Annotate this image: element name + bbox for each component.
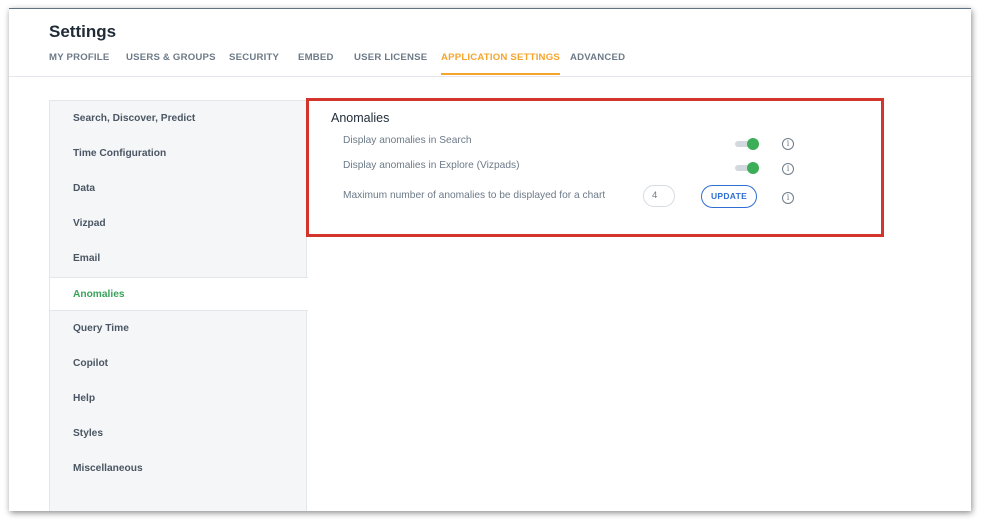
sidebar-item-query-time[interactable]: Query Time	[50, 312, 308, 346]
info-icon[interactable]: i	[782, 163, 794, 175]
sidebar-item-copilot[interactable]: Copilot	[50, 347, 308, 381]
tab-users-groups[interactable]: USERS & GROUPS	[126, 52, 216, 63]
sidebar-item-miscellaneous[interactable]: Miscellaneous	[50, 452, 308, 486]
tab-application-settings-label: APPLICATION SETTINGS	[441, 52, 560, 63]
toggle-knob	[747, 138, 759, 150]
tab-my-profile[interactable]: MY PROFILE	[49, 52, 109, 63]
sidebar-item-vizpad[interactable]: Vizpad	[50, 207, 308, 241]
page-title: Settings	[49, 22, 117, 41]
display-anomalies-search-label: Display anomalies in Search	[343, 135, 472, 146]
info-icon[interactable]: i	[782, 138, 794, 150]
tabs-divider	[9, 76, 971, 77]
display-anomalies-explore-toggle[interactable]	[735, 162, 759, 174]
settings-sidebar: Search, Discover, Predict Time Configura…	[49, 100, 308, 511]
settings-window: Settings MY PROFILE USERS & GROUPS SECUR…	[9, 8, 971, 511]
update-button[interactable]: UPDATE	[701, 185, 757, 208]
max-anomalies-label: Maximum number of anomalies to be displa…	[343, 190, 606, 201]
sidebar-item-anomalies[interactable]: Anomalies	[50, 277, 308, 311]
sidebar-item-help[interactable]: Help	[50, 382, 308, 416]
sidebar-item-data[interactable]: Data	[50, 172, 308, 206]
sidebar-item-search-discover-predict[interactable]: Search, Discover, Predict	[50, 102, 308, 136]
max-anomalies-input[interactable]: 4	[643, 185, 675, 207]
display-anomalies-search-toggle[interactable]	[735, 138, 759, 150]
display-anomalies-explore-label: Display anomalies in Explore (Vizpads)	[343, 160, 520, 171]
active-tab-underline	[441, 73, 560, 75]
tab-advanced[interactable]: ADVANCED	[570, 52, 625, 63]
toggle-knob	[747, 162, 759, 174]
info-icon[interactable]: i	[782, 192, 794, 204]
tab-security[interactable]: SECURITY	[229, 52, 279, 63]
sidebar-item-styles[interactable]: Styles	[50, 417, 308, 451]
tab-user-license[interactable]: USER LICENSE	[354, 52, 427, 63]
sidebar-item-email[interactable]: Email	[50, 242, 308, 276]
top-border	[9, 8, 971, 9]
sidebar-item-time-configuration[interactable]: Time Configuration	[50, 137, 308, 171]
anomalies-section-title: Anomalies	[331, 111, 390, 125]
tab-embed[interactable]: EMBED	[298, 52, 334, 63]
tab-application-settings[interactable]: APPLICATION SETTINGS	[441, 52, 560, 75]
